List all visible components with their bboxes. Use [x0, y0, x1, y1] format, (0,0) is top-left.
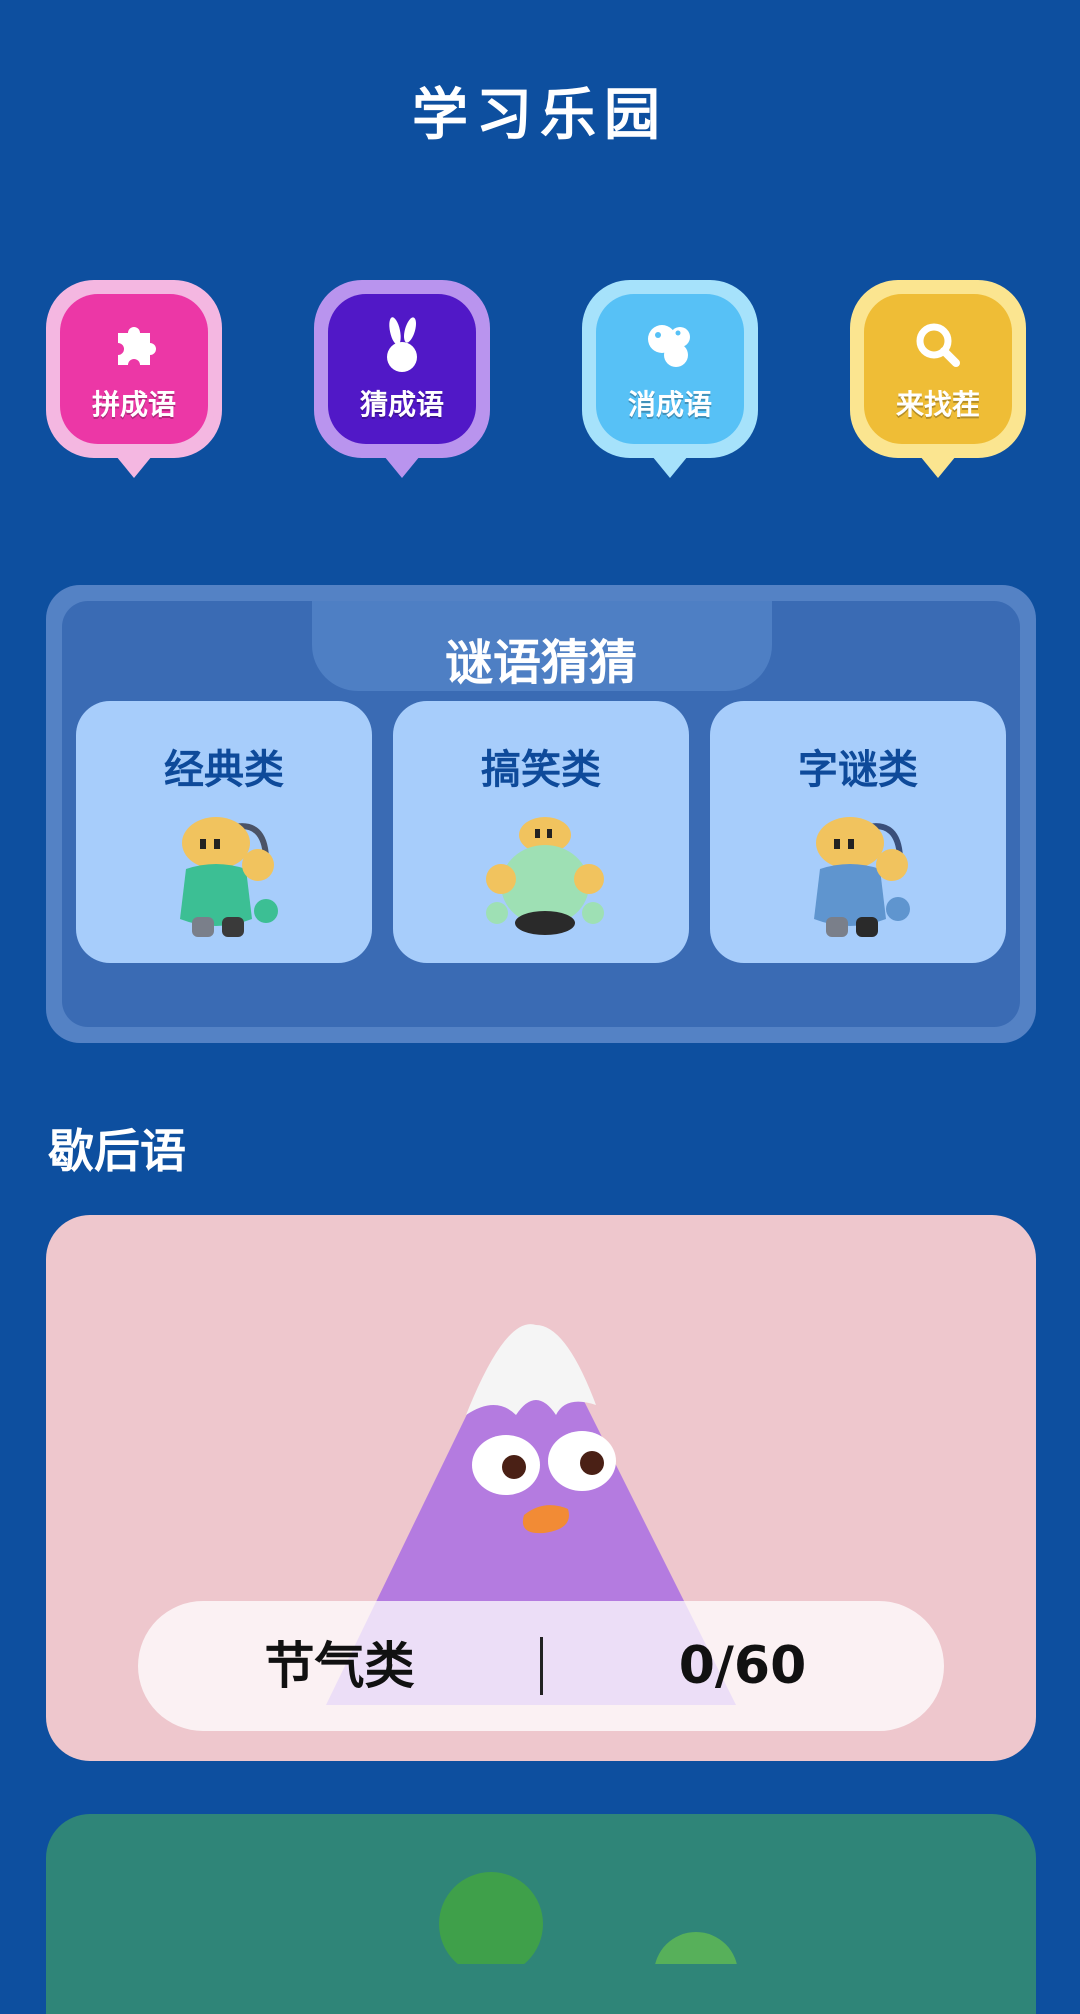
- riddle-section: 谜语猜猜 经典类 搞笑类 字谜类: [46, 585, 1036, 1043]
- green-ball-icon: [439, 1872, 737, 1964]
- game-tile-caichengyu[interactable]: 猜成语: [314, 280, 490, 478]
- magnifier-icon: [908, 315, 968, 375]
- game-tile-pinchengyu[interactable]: 拼成语: [46, 280, 222, 478]
- riddle-category-gaoxiao[interactable]: 搞笑类: [393, 701, 689, 963]
- xiehouyu-card-next[interactable]: [46, 1814, 1036, 2014]
- puzzle-icon: [104, 315, 164, 375]
- robot-mascot-icon: [486, 817, 604, 935]
- game-tile-label: 来找茬: [895, 388, 980, 421]
- riddle-title: 谜语猜猜: [444, 635, 637, 691]
- game-tile-label: 猜成语: [359, 388, 444, 421]
- robot-mascot-icon: [180, 817, 278, 937]
- category-label: 搞笑类: [481, 747, 601, 793]
- rabbit-icon: [372, 315, 432, 375]
- game-tiles: 拼成语 猜成语 消成语 来找茬: [46, 280, 1036, 480]
- bubbles-icon: [640, 315, 700, 375]
- game-tile-laizhaocha[interactable]: 来找茬: [850, 280, 1026, 478]
- category-label: 字谜类: [798, 747, 918, 793]
- game-tile-xiaochengyu[interactable]: 消成语: [582, 280, 758, 478]
- page-title: 学习乐园: [412, 83, 668, 148]
- section-title-xiehouyu: 歇后语: [48, 1124, 186, 1178]
- xiehouyu-card-jieqi[interactable]: 节气类 0/60: [46, 1215, 1036, 1761]
- riddle-category-jingdian[interactable]: 经典类: [76, 701, 372, 963]
- card-category: 节气类: [264, 1637, 415, 1695]
- game-tile-label: 消成语: [627, 388, 712, 421]
- card-info-bar: 节气类 0/60: [138, 1601, 944, 1731]
- game-tile-label: 拼成语: [91, 388, 176, 421]
- robot-mascot-icon: [814, 817, 910, 937]
- category-label: 经典类: [164, 747, 284, 793]
- riddle-category-zimi[interactable]: 字谜类: [710, 701, 1006, 963]
- card-progress: 0/60: [678, 1636, 807, 1696]
